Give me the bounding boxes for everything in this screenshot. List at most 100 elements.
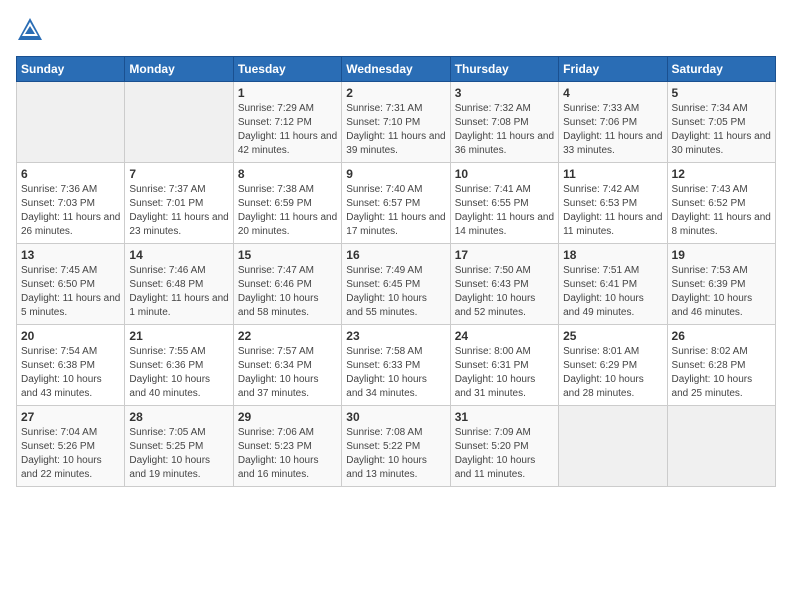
day-info: Sunrise: 7:31 AM Sunset: 7:10 PM Dayligh…	[346, 102, 445, 158]
day-number: 27	[21, 410, 120, 424]
calendar-cell: 12Sunrise: 7:43 AM Sunset: 6:52 PM Dayli…	[667, 163, 775, 244]
day-number: 11	[563, 167, 662, 181]
calendar-cell: 14 Sunrise: 7:46 AM Sunset: 6:48 PM Dayli…	[125, 244, 233, 325]
day-number: 23	[346, 329, 445, 343]
week-row-1: 1Sunrise: 7:29 AM Sunset: 7:12 PM Daylig…	[17, 82, 776, 163]
day-number: 24	[455, 329, 554, 343]
calendar-cell: 29 Sunrise: 7:06 AM Sunset: 5:23 PM Dayli…	[233, 406, 341, 487]
day-info: Sunrise: 7:32 AM Sunset: 7:08 PM Dayligh…	[455, 102, 554, 158]
day-info: Sunrise: 7:50 AM Sunset: 6:43 PM Dayligh…	[455, 264, 554, 320]
calendar-cell	[667, 406, 775, 487]
day-info: Sunrise: 7:29 AM Sunset: 7:12 PM Dayligh…	[238, 102, 337, 158]
day-number: 21	[129, 329, 228, 343]
week-row-5: 27 Sunrise: 7:04 AM Sunset: 5:26 PM Dayli…	[17, 406, 776, 487]
day-number: 17	[455, 248, 554, 262]
day-number: 25	[563, 329, 662, 343]
calendar-cell: 20 Sunrise: 7:54 AM Sunset: 6:38 PM Dayli…	[17, 325, 125, 406]
day-info: Sunrise: 8:01 AM Sunset: 6:29 PM Dayligh…	[563, 345, 662, 401]
header-monday: Monday	[125, 57, 233, 82]
calendar-cell	[17, 82, 125, 163]
day-number: 28	[129, 410, 228, 424]
day-number: 2	[346, 86, 445, 100]
calendar-cell: 27 Sunrise: 7:04 AM Sunset: 5:26 PM Dayli…	[17, 406, 125, 487]
calendar-cell: 10Sunrise: 7:41 AM Sunset: 6:55 PM Dayli…	[450, 163, 558, 244]
day-number: 22	[238, 329, 337, 343]
day-number: 6	[21, 167, 120, 181]
calendar-cell: 13 Sunrise: 7:45 AM Sunset: 6:50 PM Dayli…	[17, 244, 125, 325]
calendar-cell: 17 Sunrise: 7:50 AM Sunset: 6:43 PM Dayli…	[450, 244, 558, 325]
header-tuesday: Tuesday	[233, 57, 341, 82]
calendar-cell: 4 Sunrise: 7:33 AM Sunset: 7:06 PM Daylig…	[559, 82, 667, 163]
day-info: Sunrise: 7:33 AM Sunset: 7:06 PM Dayligh…	[563, 102, 662, 158]
logo[interactable]	[16, 16, 48, 44]
day-info: Sunrise: 7:51 AM Sunset: 6:41 PM Dayligh…	[563, 264, 662, 320]
weekday-header-row: SundayMondayTuesdayWednesdayThursdayFrid…	[17, 57, 776, 82]
calendar-cell: 6 Sunrise: 7:36 AM Sunset: 7:03 PM Daylig…	[17, 163, 125, 244]
day-number: 26	[672, 329, 771, 343]
calendar-table: SundayMondayTuesdayWednesdayThursdayFrid…	[16, 56, 776, 487]
week-row-3: 13 Sunrise: 7:45 AM Sunset: 6:50 PM Dayli…	[17, 244, 776, 325]
calendar-cell: 8 Sunrise: 7:38 AM Sunset: 6:59 PM Daylig…	[233, 163, 341, 244]
calendar-cell: 28 Sunrise: 7:05 AM Sunset: 5:25 PM Dayli…	[125, 406, 233, 487]
calendar-cell: 31 Sunrise: 7:09 AM Sunset: 5:20 PM Dayli…	[450, 406, 558, 487]
day-info: Sunrise: 7:05 AM Sunset: 5:25 PM Dayligh…	[129, 426, 228, 482]
calendar-cell: 7Sunrise: 7:37 AM Sunset: 7:01 PM Daylig…	[125, 163, 233, 244]
calendar-cell: 18 Sunrise: 7:51 AM Sunset: 6:41 PM Dayli…	[559, 244, 667, 325]
day-info: Sunrise: 7:53 AM Sunset: 6:39 PM Dayligh…	[672, 264, 771, 320]
day-info: Sunrise: 7:46 AM Sunset: 6:48 PM Dayligh…	[129, 264, 228, 320]
calendar-cell: 22Sunrise: 7:57 AM Sunset: 6:34 PM Dayli…	[233, 325, 341, 406]
day-info: Sunrise: 7:41 AM Sunset: 6:55 PM Dayligh…	[455, 183, 554, 239]
day-number: 20	[21, 329, 120, 343]
day-info: Sunrise: 7:36 AM Sunset: 7:03 PM Dayligh…	[21, 183, 120, 239]
day-number: 3	[455, 86, 554, 100]
calendar-cell: 15 Sunrise: 7:47 AM Sunset: 6:46 PM Dayli…	[233, 244, 341, 325]
calendar-cell: 5 Sunrise: 7:34 AM Sunset: 7:05 PM Daylig…	[667, 82, 775, 163]
day-number: 30	[346, 410, 445, 424]
day-info: Sunrise: 7:47 AM Sunset: 6:46 PM Dayligh…	[238, 264, 337, 320]
calendar-cell: 24 Sunrise: 8:00 AM Sunset: 6:31 PM Dayli…	[450, 325, 558, 406]
day-number: 31	[455, 410, 554, 424]
day-number: 29	[238, 410, 337, 424]
day-info: Sunrise: 7:42 AM Sunset: 6:53 PM Dayligh…	[563, 183, 662, 239]
day-number: 8	[238, 167, 337, 181]
header-sunday: Sunday	[17, 57, 125, 82]
header-friday: Friday	[559, 57, 667, 82]
day-info: Sunrise: 8:02 AM Sunset: 6:28 PM Dayligh…	[672, 345, 771, 401]
calendar-cell: 1Sunrise: 7:29 AM Sunset: 7:12 PM Daylig…	[233, 82, 341, 163]
calendar-cell	[125, 82, 233, 163]
calendar-cell: 2 Sunrise: 7:31 AM Sunset: 7:10 PM Daylig…	[342, 82, 450, 163]
day-info: Sunrise: 7:34 AM Sunset: 7:05 PM Dayligh…	[672, 102, 771, 158]
day-info: Sunrise: 7:04 AM Sunset: 5:26 PM Dayligh…	[21, 426, 120, 482]
day-number: 19	[672, 248, 771, 262]
day-info: Sunrise: 7:08 AM Sunset: 5:22 PM Dayligh…	[346, 426, 445, 482]
day-number: 9	[346, 167, 445, 181]
page-header	[16, 16, 776, 44]
day-info: Sunrise: 7:09 AM Sunset: 5:20 PM Dayligh…	[455, 426, 554, 482]
calendar-cell: 26 Sunrise: 8:02 AM Sunset: 6:28 PM Dayli…	[667, 325, 775, 406]
calendar-cell: 9Sunrise: 7:40 AM Sunset: 6:57 PM Daylig…	[342, 163, 450, 244]
day-info: Sunrise: 7:54 AM Sunset: 6:38 PM Dayligh…	[21, 345, 120, 401]
calendar-cell: 23Sunrise: 7:58 AM Sunset: 6:33 PM Dayli…	[342, 325, 450, 406]
day-info: Sunrise: 8:00 AM Sunset: 6:31 PM Dayligh…	[455, 345, 554, 401]
day-number: 14	[129, 248, 228, 262]
day-info: Sunrise: 7:55 AM Sunset: 6:36 PM Dayligh…	[129, 345, 228, 401]
header-saturday: Saturday	[667, 57, 775, 82]
calendar-cell: 30 Sunrise: 7:08 AM Sunset: 5:22 PM Dayli…	[342, 406, 450, 487]
week-row-2: 6 Sunrise: 7:36 AM Sunset: 7:03 PM Daylig…	[17, 163, 776, 244]
day-number: 13	[21, 248, 120, 262]
header-wednesday: Wednesday	[342, 57, 450, 82]
week-row-4: 20 Sunrise: 7:54 AM Sunset: 6:38 PM Dayli…	[17, 325, 776, 406]
day-number: 16	[346, 248, 445, 262]
header-thursday: Thursday	[450, 57, 558, 82]
day-number: 4	[563, 86, 662, 100]
day-info: Sunrise: 7:43 AM Sunset: 6:52 PM Dayligh…	[672, 183, 771, 239]
day-number: 15	[238, 248, 337, 262]
day-number: 5	[672, 86, 771, 100]
calendar-cell: 3 Sunrise: 7:32 AM Sunset: 7:08 PM Daylig…	[450, 82, 558, 163]
calendar-cell: 16Sunrise: 7:49 AM Sunset: 6:45 PM Dayli…	[342, 244, 450, 325]
logo-icon	[16, 16, 44, 44]
day-info: Sunrise: 7:06 AM Sunset: 5:23 PM Dayligh…	[238, 426, 337, 482]
day-info: Sunrise: 7:45 AM Sunset: 6:50 PM Dayligh…	[21, 264, 120, 320]
day-info: Sunrise: 7:38 AM Sunset: 6:59 PM Dayligh…	[238, 183, 337, 239]
day-number: 18	[563, 248, 662, 262]
